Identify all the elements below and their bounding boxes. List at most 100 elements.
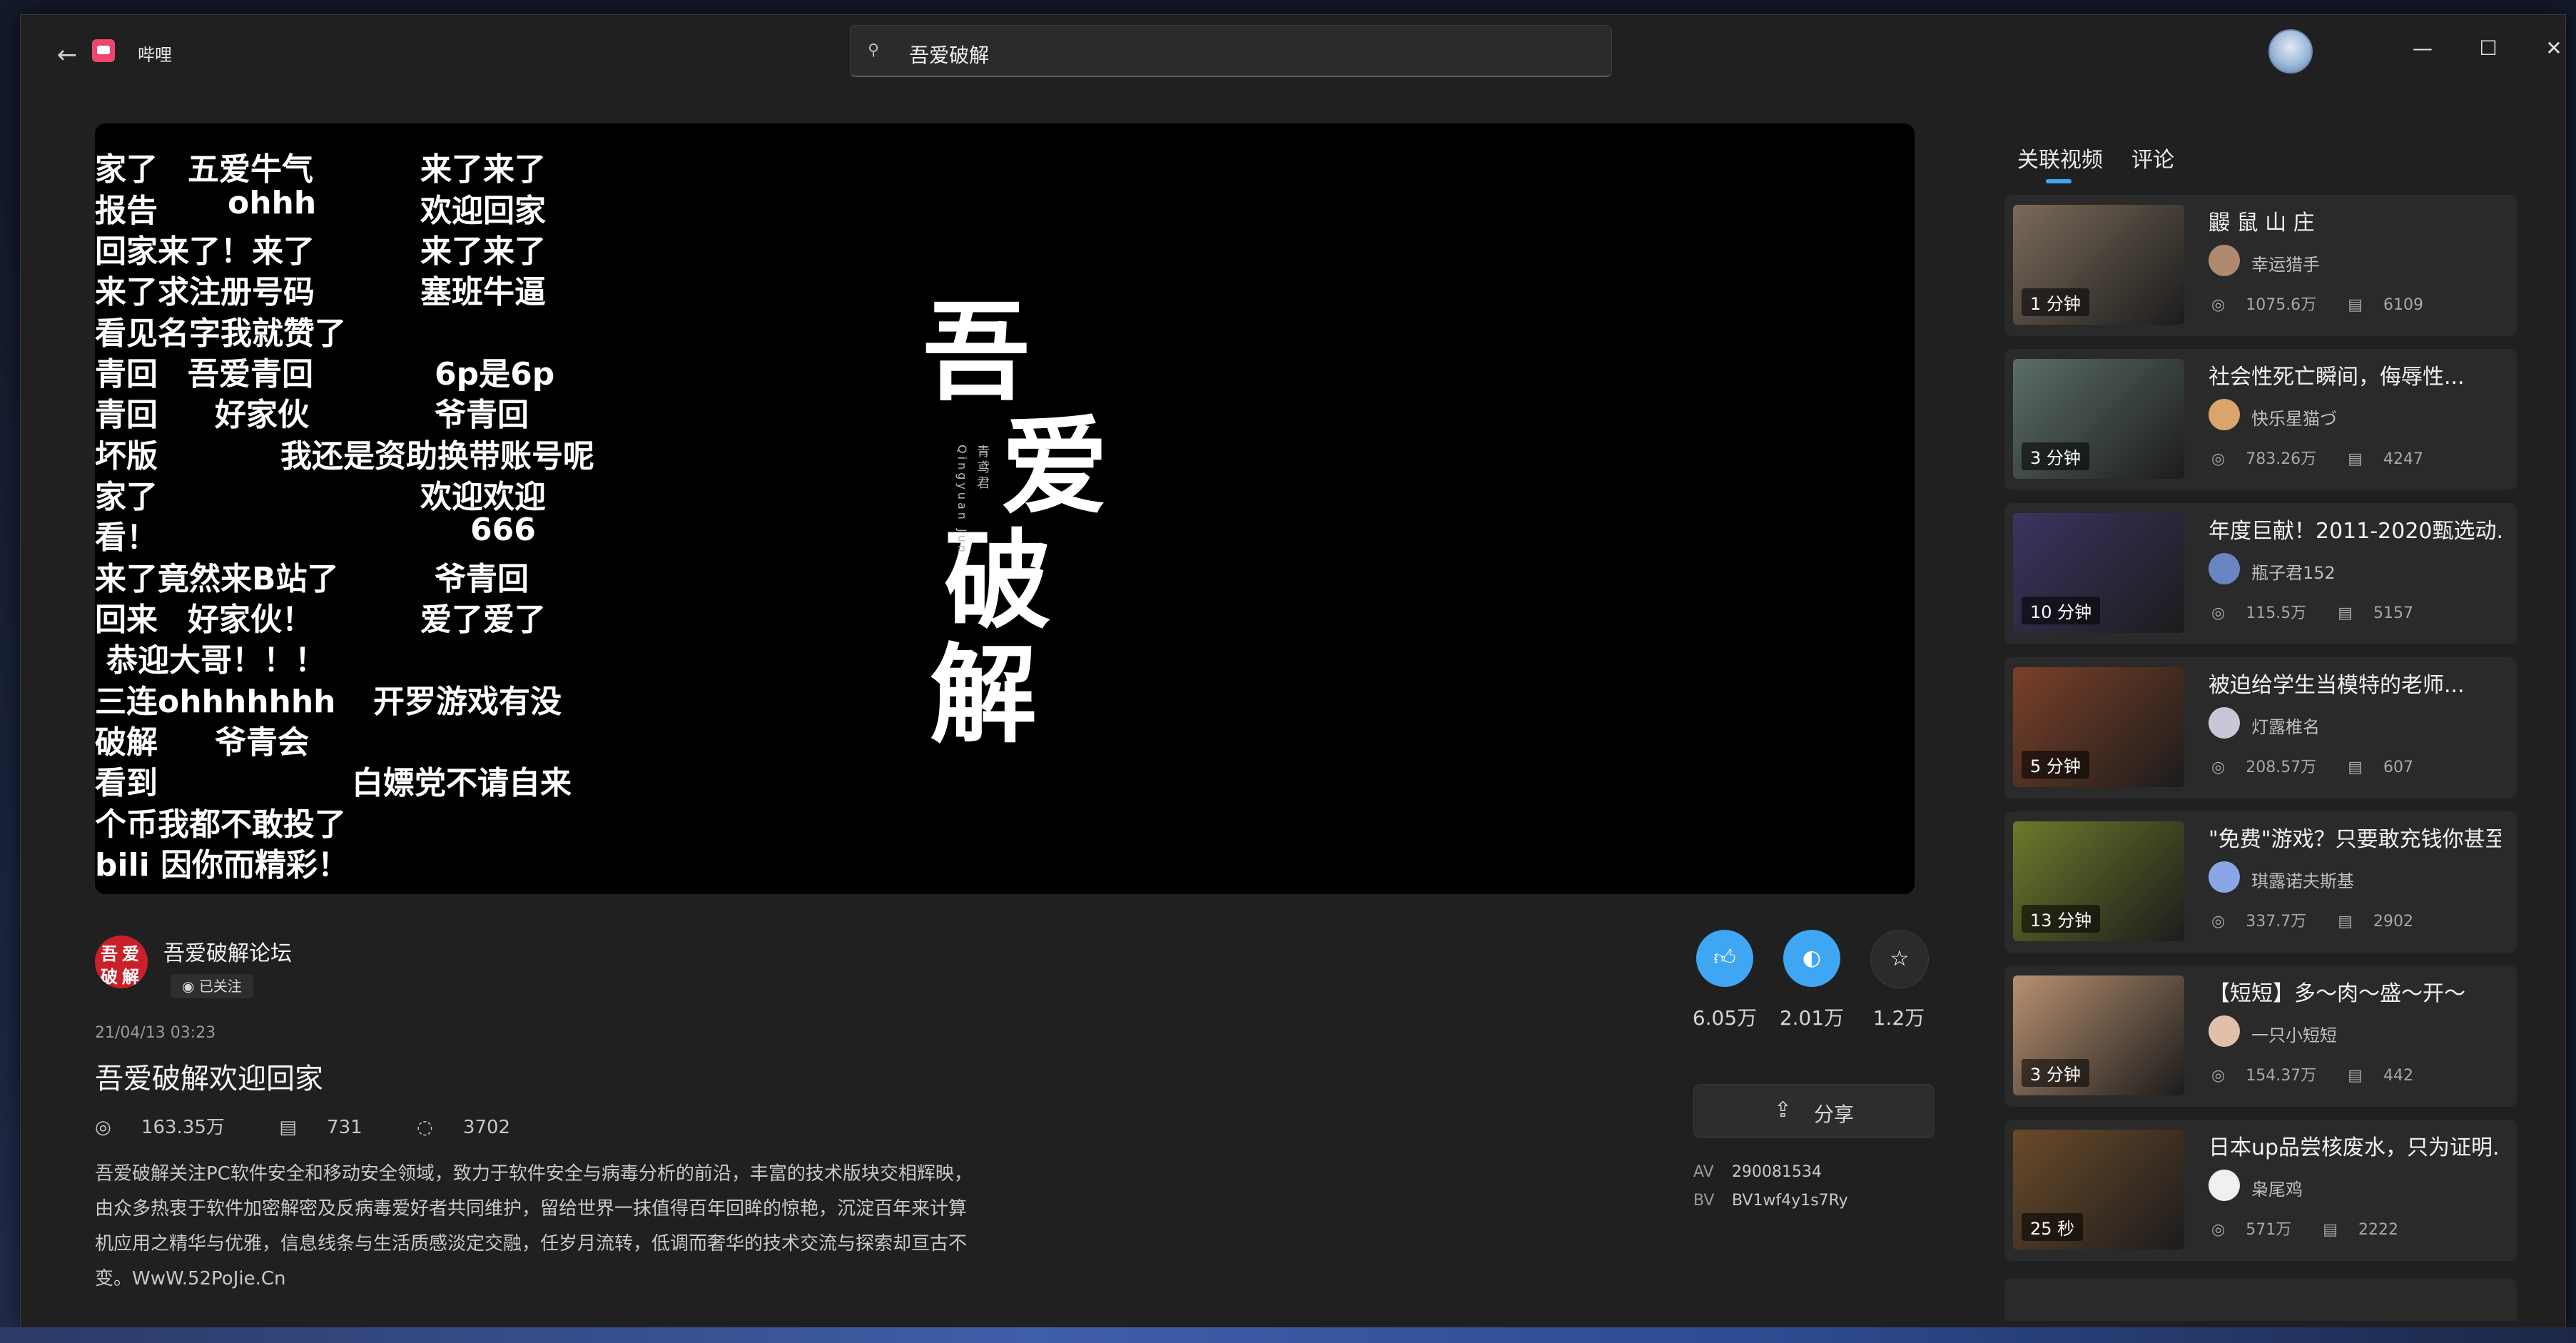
favorite-count: 1.2万	[1872, 1006, 1925, 1030]
danmaku-comment: 家了	[95, 151, 158, 188]
related-video-stats: ◎ 208.57万 ▤ 607	[2211, 759, 2413, 776]
related-video-card[interactable]: 3 分钟 【短短】多～肉～盛～开～ 一只小短短 ◎ 154.37万 ▤ 442	[2004, 966, 2517, 1107]
bv-label: BV	[1693, 1192, 1715, 1210]
share-icon: ⇪	[1774, 1098, 1792, 1122]
related-video-author[interactable]: 瓶子君152	[2251, 559, 2336, 584]
danmaku-comment: 青回	[95, 397, 158, 433]
author-avatar	[2209, 707, 2240, 739]
close-button[interactable]: ✕	[2525, 32, 2565, 65]
video-thumbnail[interactable]: 5 分钟	[2013, 667, 2184, 787]
related-video-title[interactable]: "免费"游戏？只要敢充钱你甚至...	[2209, 821, 2501, 853]
related-video-card[interactable]: 10 分钟 年度巨献！2011-2020甄选动... 瓶子君152 ◎ 115.5万 ▤…	[2004, 503, 2517, 644]
like-button[interactable]: 👍︎	[1696, 930, 1753, 987]
video-player[interactable]: 家了 五爱牛气 来了来了 报告 ohhh 欢迎回家 回家 来了！来了 来了来了 来了 求注册号码 塞班…	[95, 123, 1915, 894]
related-video-title[interactable]: 年度巨献！2011-2020甄选动...	[2209, 513, 2501, 544]
video-thumbnail[interactable]: 25 秒	[2013, 1130, 2184, 1250]
coin-button[interactable]: ◐	[1783, 930, 1840, 987]
av-label: AV	[1693, 1163, 1714, 1181]
cover-signature-en: Qingyuan Jun	[955, 445, 969, 555]
related-card-partial[interactable]	[2004, 1278, 2517, 1321]
danmaku-icon: ▤	[2338, 913, 2358, 931]
video-duration: 10 分钟	[2022, 597, 2101, 624]
related-video-card[interactable]: 3 分钟 社会性死亡瞬间，侮辱性... 快乐星猫づ ◎ 783.26万 ▤ 4247	[2004, 349, 2517, 490]
app-window: ← 哔哩 ⚲ 吾爱破解 — ☐ ✕ 家了 五爱牛气 来了来了 报告 ohhh 欢迎回家 回家…	[20, 14, 2566, 1329]
video-thumbnail[interactable]: 3 分钟	[2013, 359, 2184, 479]
reply-stat: ◌ 3702	[416, 1117, 511, 1138]
search-input[interactable]: 吾爱破解	[909, 40, 989, 69]
related-video-author[interactable]: 灯露椎名	[2251, 713, 2320, 738]
related-video-title[interactable]: 鼹 鼠 山 庄	[2209, 205, 2501, 236]
related-video-title[interactable]: 日本up品尝核废水，只为证明...	[2209, 1130, 2501, 1161]
play-icon: ◎	[2211, 296, 2231, 314]
app-name: 哔哩	[138, 45, 172, 65]
minimize-icon: —	[2413, 36, 2433, 60]
danmaku-comment: bili 因你而精彩！	[95, 847, 350, 883]
danmaku-stat: ▤ 731	[279, 1117, 362, 1138]
video-duration: 13 分钟	[2022, 905, 2101, 933]
maximize-button[interactable]: ☐	[2460, 32, 2517, 65]
related-video-title[interactable]: 【短短】多～肉～盛～开～	[2209, 975, 2501, 1007]
danmaku-comment: 三连ohhhhhhh	[95, 684, 336, 720]
danmaku-comment: 来了来了	[420, 151, 546, 188]
danmaku-comment: 看！	[95, 520, 158, 556]
author-avatar	[2209, 245, 2240, 276]
danmaku-comment: 欢迎回家	[420, 193, 546, 229]
related-video-stats: ◎ 154.37万 ▤ 442	[2211, 1067, 2413, 1085]
favorite-button[interactable]: ☆	[1870, 930, 1929, 988]
tab-comments[interactable]: 评论	[2131, 142, 2174, 173]
back-button[interactable]: ←	[49, 41, 85, 69]
danmaku-icon: ▤	[2348, 450, 2368, 468]
comment-icon: ◌	[416, 1117, 439, 1138]
danmaku-comment: 坏版	[95, 438, 158, 475]
tab-indicator	[2046, 179, 2072, 183]
related-video-author[interactable]: 幸运猎手	[2251, 250, 2320, 275]
danmaku-icon: ▤	[2348, 759, 2368, 776]
video-duration: 5 分钟	[2022, 751, 2089, 779]
related-video-card[interactable]: 25 秒 日本up品尝核废水，只为证明... 枭尾鸡 ◎ 571万 ▤ 2222	[2004, 1120, 2517, 1261]
video-thumbnail[interactable]: 13 分钟	[2013, 821, 2184, 941]
video-ids: AV 290081534 BV BV1wf4y1s7Ry	[1693, 1158, 1848, 1215]
tab-related[interactable]: 关联视频	[2017, 142, 2103, 173]
related-video-title[interactable]: 社会性死亡瞬间，侮辱性...	[2209, 359, 2501, 390]
danmaku-comment: 来了！来了	[158, 233, 315, 270]
danmaku-comment: 报告	[95, 193, 158, 229]
video-thumbnail[interactable]: 10 分钟	[2013, 513, 2184, 633]
video-title: 吾爱破解欢迎回家	[95, 1063, 323, 1095]
play-icon: ◎	[2211, 450, 2231, 468]
related-video-title[interactable]: 被迫给学生当模特的老师...	[2209, 667, 2501, 699]
danmaku-comment: 回来	[95, 602, 158, 638]
danmaku-icon: ▤	[2348, 1067, 2368, 1085]
minimize-button[interactable]: —	[2394, 32, 2451, 65]
danmaku-comment: 我还是资助换带账号呢	[280, 438, 594, 475]
video-thumbnail[interactable]: 1 分钟	[2013, 205, 2184, 325]
thumbs-up-icon: 👍︎	[1713, 946, 1736, 970]
eye-icon: ◉	[182, 978, 199, 995]
like-count: 6.05万	[1692, 1006, 1758, 1030]
share-button[interactable]: ⇪ 分享	[1693, 1084, 1934, 1138]
search-box[interactable]: ⚲ 吾爱破解	[850, 25, 1612, 77]
video-duration: 1 分钟	[2022, 288, 2089, 316]
related-video-author[interactable]: 枭尾鸡	[2251, 1175, 2303, 1200]
danmaku-comment: 好家伙！	[188, 602, 313, 638]
related-video-author[interactable]: 琪露诺夫斯基	[2251, 867, 2354, 892]
taskbar-glow	[0, 1327, 2576, 1343]
danmaku-comment: 爷青回	[435, 561, 529, 597]
related-video-card[interactable]: 13 分钟 "免费"游戏？只要敢充钱你甚至... 琪露诺夫斯基 ◎ 337.7万 ▤ 2…	[2004, 811, 2517, 953]
related-video-author[interactable]: 快乐星猫づ	[2251, 405, 2337, 430]
publish-date: 21/04/13 03:23	[95, 1024, 216, 1042]
related-video-card[interactable]: 5 分钟 被迫给学生当模特的老师... 灯露椎名 ◎ 208.57万 ▤ 607	[2004, 657, 2517, 799]
close-icon: ✕	[2545, 36, 2562, 60]
uploader-avatar[interactable]: 吾 爱 破 解	[95, 936, 148, 988]
danmaku-comment: 爱了爱了	[420, 602, 546, 638]
coin-icon: ◐	[1802, 946, 1822, 970]
uploader-name[interactable]: 吾爱破解论坛	[163, 936, 292, 967]
user-avatar[interactable]	[2268, 29, 2313, 74]
related-video-card[interactable]: 1 分钟 鼹 鼠 山 庄幸运猎手 ◎ 1075.6万 ▤ 6109	[2004, 195, 2517, 336]
cover-char: 解	[930, 632, 1038, 758]
video-thumbnail[interactable]: 3 分钟	[2013, 975, 2184, 1095]
share-label: 分享	[1814, 1103, 1855, 1126]
arrow-left-icon: ←	[56, 41, 78, 69]
search-icon: ⚲	[868, 41, 880, 59]
related-video-author[interactable]: 一只小短短	[2251, 1021, 2337, 1046]
follow-button[interactable]: ◉ 已关注	[171, 974, 253, 998]
